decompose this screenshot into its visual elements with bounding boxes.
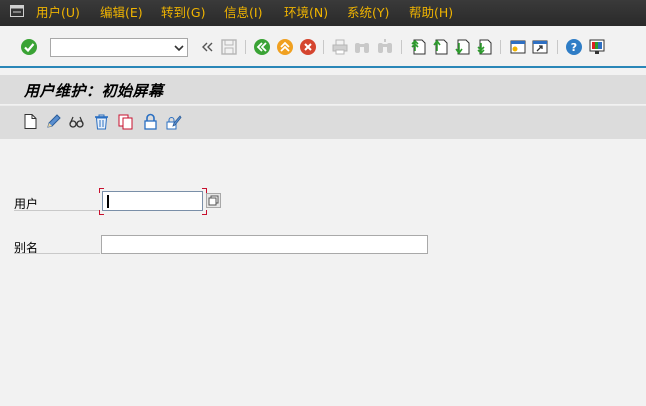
menu-bar: 用户(U) 编辑(E) 转到(G) 信息(I) 环境(N) 系统(Y) 帮助(H… (0, 0, 646, 26)
previous-page-icon[interactable] (431, 38, 449, 56)
user-label-underline (14, 210, 100, 211)
application-toolbar (0, 105, 646, 139)
menu-help[interactable]: 帮助(H) (409, 6, 453, 20)
system-menu-icon[interactable] (10, 5, 24, 17)
value-help-icon[interactable] (206, 193, 221, 208)
enter-icon[interactable] (20, 38, 38, 56)
change-password-icon[interactable] (165, 113, 182, 130)
save-icon[interactable] (220, 38, 238, 56)
cancel-icon[interactable] (299, 38, 317, 56)
back-arrows-icon[interactable] (198, 38, 216, 56)
menu-user[interactable]: 用户(U) (36, 6, 80, 20)
delete-icon[interactable] (93, 113, 110, 130)
lock-icon[interactable] (142, 113, 159, 130)
help-icon[interactable]: ? (565, 38, 583, 56)
copy-icon[interactable] (117, 113, 134, 130)
menu-edit[interactable]: 编辑(E) (100, 6, 143, 20)
print-icon[interactable] (331, 38, 349, 56)
first-page-icon[interactable] (409, 38, 427, 56)
svg-text:?: ? (571, 41, 577, 54)
menu-info[interactable]: 信息(I) (224, 6, 262, 20)
exit-icon[interactable] (276, 38, 294, 56)
focus-corner-br (202, 210, 207, 215)
next-page-icon[interactable] (453, 38, 471, 56)
alias-label-underline (14, 253, 100, 254)
focus-corner-bl (99, 210, 104, 215)
text-caret (107, 195, 109, 208)
menu-goto[interactable]: 转到(G) (161, 6, 205, 20)
last-page-icon[interactable] (475, 38, 493, 56)
command-field[interactable] (50, 38, 188, 57)
layout-icon[interactable] (588, 38, 606, 56)
back-icon[interactable] (253, 38, 271, 56)
title-bar: 用户维护：初始屏幕 (0, 75, 646, 104)
create-icon[interactable] (22, 113, 39, 130)
standard-toolbar: ? (0, 26, 646, 68)
find-icon[interactable] (353, 38, 371, 56)
shortcut-icon[interactable] (531, 38, 549, 56)
create-session-icon[interactable] (509, 38, 527, 56)
page-title: 用户维护：初始屏幕 (24, 82, 164, 100)
focus-corner-tl (99, 188, 104, 193)
menu-environment[interactable]: 环境(N) (284, 6, 328, 20)
user-input[interactable] (102, 191, 203, 211)
find-next-icon[interactable] (376, 38, 394, 56)
change-icon[interactable] (45, 113, 62, 130)
menu-system[interactable]: 系统(Y) (347, 6, 389, 20)
chevron-down-icon[interactable] (174, 43, 184, 53)
display-icon[interactable] (68, 113, 85, 130)
alias-input[interactable] (101, 235, 428, 254)
